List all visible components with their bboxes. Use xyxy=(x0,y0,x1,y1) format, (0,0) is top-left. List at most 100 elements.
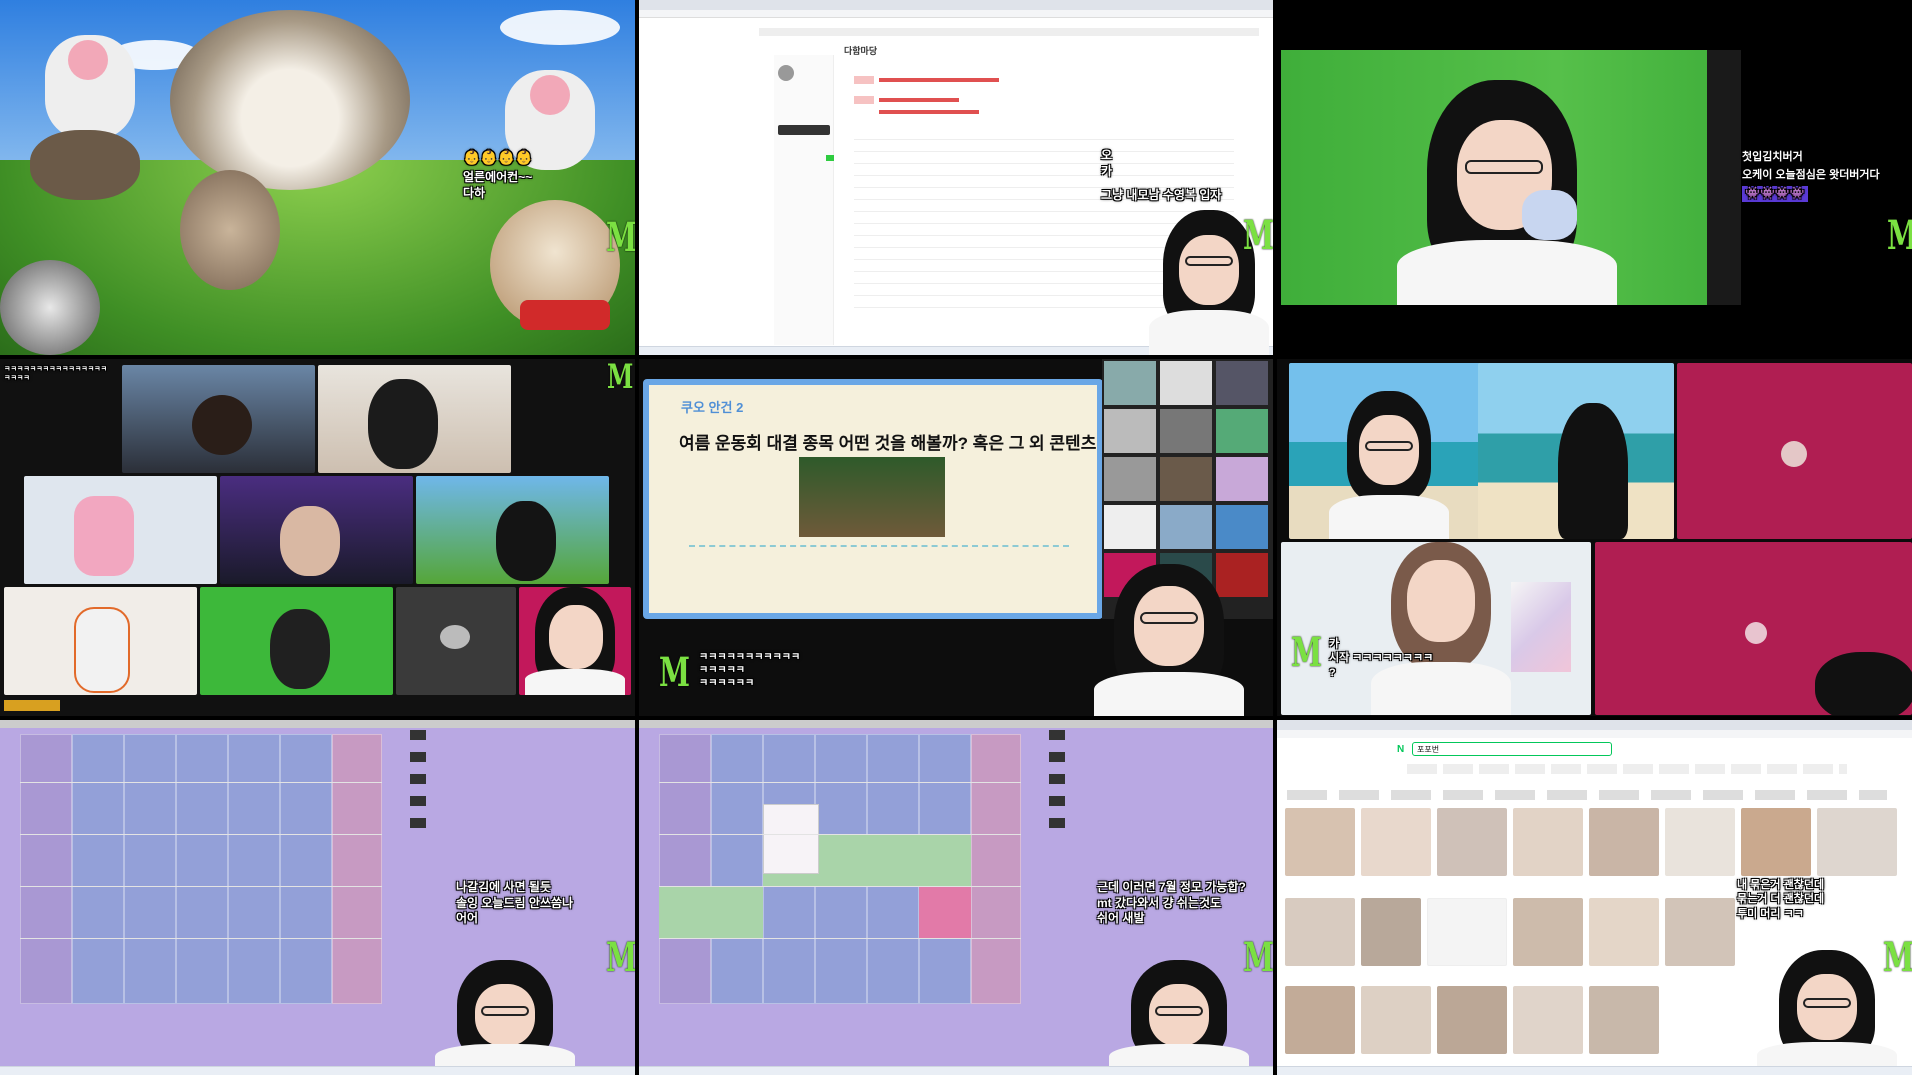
post-title-red[interactable] xyxy=(879,78,999,82)
post-title-red[interactable] xyxy=(879,110,979,114)
mini-tile[interactable] xyxy=(1160,505,1212,549)
stream-cell-image-search[interactable]: N 포포번 내 묶은거 괜찮던데 묶는거 더 괜찮던데 투미 머리 ㅋㅋ M xyxy=(1277,720,1912,1075)
desktop-icons[interactable] xyxy=(410,730,426,830)
stream-cell-greenscreen[interactable]: 첫입김치버거 오케이 오늘점심은 왓더버거다 👾👾👾👾 M xyxy=(1277,0,1912,355)
participant-tile[interactable] xyxy=(220,476,413,584)
board-title: 다함마당 xyxy=(844,46,878,56)
image-result[interactable] xyxy=(1285,986,1355,1054)
calendar-grid[interactable] xyxy=(659,734,1021,1004)
big-cat-face xyxy=(170,10,410,190)
mini-tile[interactable] xyxy=(1104,457,1156,501)
mini-tile[interactable] xyxy=(1104,505,1156,549)
presentation-slide: 쿠오 안건 2 여름 운동회 대결 종목 어떤 것을 해볼까? 혹은 그 외 콘… xyxy=(643,379,1103,619)
taskbar[interactable] xyxy=(0,1066,635,1075)
desktop-icons[interactable] xyxy=(1049,730,1065,830)
participant-tile-avatar[interactable] xyxy=(1677,363,1912,539)
browser-tab-bar[interactable] xyxy=(1277,720,1912,730)
stream-cell-cat-meme[interactable]: 👶👶👶👶 얼른에어컨~~ 다하 M xyxy=(0,0,635,355)
image-result[interactable] xyxy=(1361,898,1421,966)
participant-tile-avatar[interactable] xyxy=(396,587,516,695)
image-result[interactable] xyxy=(1437,808,1507,876)
stream-cell-calendar-2[interactable]: 근데 이러면 7월 정모 가능합? mt 갔다와서 걍 쉬는것도 쉬어 새발 M xyxy=(639,720,1273,1075)
streamer-webcam xyxy=(435,960,575,1075)
chat-line-1: 첫입김치버거 xyxy=(1742,151,1803,163)
mini-tile[interactable] xyxy=(1216,457,1268,501)
stream-cell-calendar[interactable]: 나갈김에 사면 될듯 솔잉 오늘드림 안쓰씀나 어어 M xyxy=(0,720,635,1075)
streamer-webcam xyxy=(1094,564,1244,716)
image-result[interactable] xyxy=(1589,986,1659,1054)
image-result[interactable] xyxy=(1665,898,1735,966)
taskbar[interactable] xyxy=(639,1066,1273,1075)
image-result[interactable] xyxy=(1513,986,1583,1054)
mini-tile[interactable] xyxy=(1160,457,1212,501)
taskbar[interactable] xyxy=(1277,1066,1912,1075)
board-nav[interactable] xyxy=(759,28,1259,36)
popup-editor[interactable] xyxy=(763,804,819,874)
address-bar[interactable] xyxy=(639,10,1273,18)
related-keywords[interactable] xyxy=(1427,898,1507,966)
image-result[interactable] xyxy=(1665,808,1735,876)
mini-tile[interactable] xyxy=(1216,409,1268,453)
post-title-red[interactable] xyxy=(879,98,959,102)
mini-tile[interactable] xyxy=(1104,361,1156,405)
image-result[interactable] xyxy=(1589,808,1659,876)
stream-cell-board[interactable]: 다함마당 오 카 그냥 내모남 수영복 입자 M xyxy=(639,0,1273,355)
image-result[interactable] xyxy=(1361,808,1431,876)
participant-tile[interactable] xyxy=(416,476,609,584)
avatar-icon xyxy=(1781,441,1807,467)
snack-bag xyxy=(1522,190,1577,240)
emote-row: 👶👶👶👶 xyxy=(463,149,533,165)
monster-logo: M xyxy=(607,359,633,397)
participant-tile[interactable] xyxy=(122,365,315,473)
image-result[interactable] xyxy=(1437,986,1507,1054)
image-result[interactable] xyxy=(1589,898,1659,966)
stream-cell-video-call[interactable]: ㅋㅋㅋㅋㅋㅋㅋㅋㅋㅋㅋㅋㅋㅋㅋㅋ ㅋㅋㅋㅋ M xyxy=(0,359,635,716)
paw-pad xyxy=(530,75,570,115)
avatar[interactable] xyxy=(778,65,794,81)
image-result[interactable] xyxy=(1741,808,1811,876)
mini-tile[interactable] xyxy=(1104,409,1156,453)
chat-caption: 카 시작 ㅋㅋㅋㅋㅋㅋㅋㅋ ? xyxy=(1329,638,1434,679)
participant-tile[interactable] xyxy=(24,476,217,584)
address-bar[interactable] xyxy=(1277,730,1912,738)
event-highlight-pink[interactable] xyxy=(919,886,971,938)
kitten xyxy=(180,170,280,290)
search-input[interactable]: 포포번 xyxy=(1412,742,1612,756)
event-highlight-green[interactable] xyxy=(659,886,763,938)
red-scarf xyxy=(520,300,610,330)
chat-caption: ㅋㅋㅋㅋㅋㅋㅋㅋㅋㅋㅋㅋㅋㅋㅋㅋ ㅋㅋㅋㅋ xyxy=(4,366,108,383)
participant-tile-beach[interactable] xyxy=(1289,363,1485,539)
image-result[interactable] xyxy=(1285,808,1355,876)
mini-tile[interactable] xyxy=(1160,361,1212,405)
window-title-bar xyxy=(639,720,1273,728)
calendar-grid[interactable] xyxy=(20,734,382,1004)
mini-tile[interactable] xyxy=(1216,505,1268,549)
participant-tile[interactable] xyxy=(1281,542,1591,715)
participant-tile[interactable] xyxy=(519,587,631,695)
image-result[interactable] xyxy=(1285,898,1355,966)
naver-logo[interactable]: N xyxy=(1397,744,1404,755)
stream-cell-presentation[interactable]: 쿠오 안건 2 여름 운동회 대결 종목 어떤 것을 해볼까? 혹은 그 외 콘… xyxy=(639,359,1273,716)
write-button[interactable] xyxy=(778,125,830,135)
image-result[interactable] xyxy=(1513,808,1583,876)
participant-tile[interactable] xyxy=(200,587,393,695)
slide-title: 여름 운동회 대결 종목 어떤 것을 해볼까? 혹은 그 외 콘텐츠 xyxy=(679,434,1097,453)
slide-doodles xyxy=(689,545,1069,595)
related-filters[interactable] xyxy=(1287,790,1887,800)
image-result[interactable] xyxy=(1361,986,1431,1054)
participant-tile[interactable] xyxy=(318,365,511,473)
stream-cell-beach-call[interactable]: M 카 시작 ㅋㅋㅋㅋㅋㅋㅋㅋ ? xyxy=(1277,359,1912,716)
image-result[interactable] xyxy=(1513,898,1583,966)
participant-tile[interactable] xyxy=(4,587,197,695)
monster-logo: M xyxy=(606,934,635,981)
participant-tile-beach[interactable] xyxy=(1478,363,1674,539)
search-tabs[interactable] xyxy=(1407,764,1847,774)
monster-logo: M xyxy=(1243,212,1273,259)
chat-caption: ㅋㅋㅋㅋㅋㅋㅋㅋㅋㅋㅋ ㅋㅋㅋㅋㅋ ㅋㅋㅋㅋㅋㅋ xyxy=(699,652,801,689)
mini-tile[interactable] xyxy=(1216,361,1268,405)
participant-tile[interactable] xyxy=(1595,542,1912,715)
chat-line-2: 오케이 오늘점심은 왓더버거다 xyxy=(1742,169,1880,181)
mini-tile[interactable] xyxy=(1160,409,1212,453)
browser-tab-bar[interactable] xyxy=(639,0,1273,10)
image-result[interactable] xyxy=(1817,808,1897,876)
